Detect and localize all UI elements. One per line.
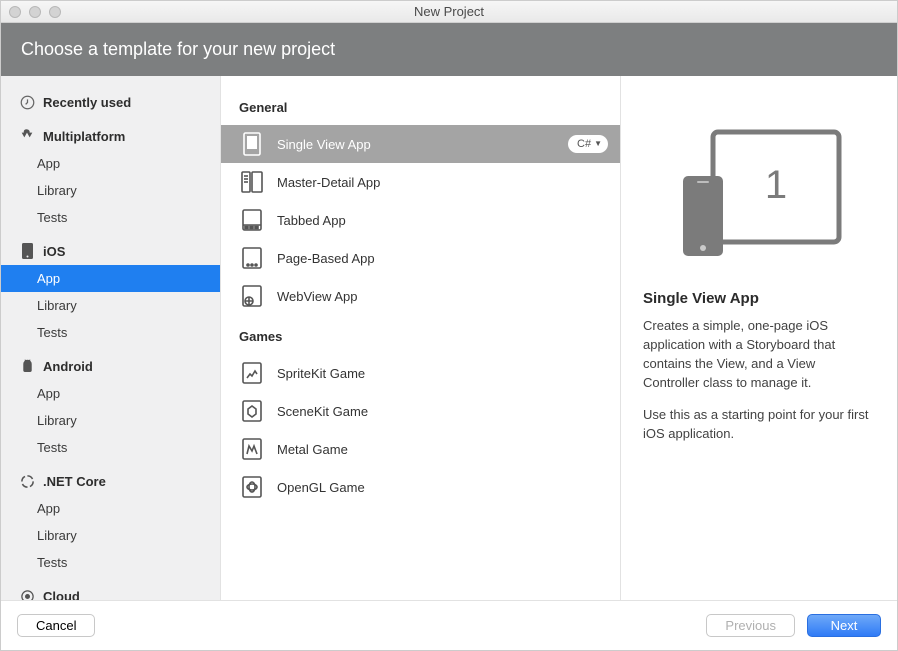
preview-graphic: 1 <box>643 96 875 290</box>
sidebar-category-cloud[interactable]: Cloud <box>1 580 220 600</box>
sidebar-item-netcore-tests[interactable]: Tests <box>1 549 220 576</box>
templates-list: General 1 Single View App C# ▼ Master-De… <box>221 76 621 600</box>
sidebar-item-recently-used[interactable]: Recently used <box>1 86 220 116</box>
sidebar-group-ios: iOS App Library Tests <box>1 235 220 346</box>
main-content: Recently used Multiplatform App Library … <box>1 76 897 600</box>
previous-button[interactable]: Previous <box>706 614 795 637</box>
multiplatform-icon <box>19 128 35 144</box>
cloud-icon <box>19 588 35 600</box>
template-label: Master-Detail App <box>277 175 608 190</box>
sidebar-group-multiplatform: Multiplatform App Library Tests <box>1 120 220 231</box>
cancel-button[interactable]: Cancel <box>17 614 95 637</box>
close-window-button[interactable] <box>9 6 21 18</box>
sidebar-label: Multiplatform <box>43 129 125 144</box>
sidebar: Recently used Multiplatform App Library … <box>1 76 221 600</box>
page-based-icon <box>239 245 265 271</box>
single-view-icon: 1 <box>239 131 265 157</box>
sidebar-category-multiplatform[interactable]: Multiplatform <box>1 120 220 150</box>
preview-description-1: Creates a simple, one-page iOS applicati… <box>643 317 875 392</box>
tabbed-icon <box>239 207 265 233</box>
android-icon <box>19 358 35 374</box>
sidebar-item-netcore-app[interactable]: App <box>1 495 220 522</box>
sidebar-label: .NET Core <box>43 474 106 489</box>
template-scenekit-game[interactable]: SceneKit Game <box>221 392 620 430</box>
window-title: New Project <box>1 4 897 19</box>
sidebar-category-netcore[interactable]: .NET Core <box>1 465 220 495</box>
template-label: SceneKit Game <box>277 404 608 419</box>
template-label: Page-Based App <box>277 251 608 266</box>
template-section-general: General <box>221 86 620 125</box>
sidebar-item-ios-library[interactable]: Library <box>1 292 220 319</box>
chevron-down-icon: ▼ <box>594 136 602 152</box>
template-single-view-app[interactable]: 1 Single View App C# ▼ <box>221 125 620 163</box>
scenekit-icon <box>239 398 265 424</box>
sidebar-item-ios-tests[interactable]: Tests <box>1 319 220 346</box>
preview-description-2: Use this as a starting point for your fi… <box>643 406 875 444</box>
template-spritekit-game[interactable]: SpriteKit Game <box>221 354 620 392</box>
new-project-dialog: New Project Choose a template for your n… <box>0 0 898 651</box>
dialog-footer: Cancel Previous Next <box>1 600 897 650</box>
ios-icon <box>19 243 35 259</box>
template-section-games: Games <box>221 315 620 354</box>
template-webview-app[interactable]: WebView App <box>221 277 620 315</box>
sidebar-item-multiplatform-app[interactable]: App <box>1 150 220 177</box>
svg-text:1: 1 <box>249 138 254 148</box>
template-label: SpriteKit Game <box>277 366 608 381</box>
titlebar: New Project <box>1 1 897 23</box>
sidebar-item-ios-app[interactable]: App <box>1 265 220 292</box>
traffic-lights <box>1 6 61 18</box>
language-label: C# <box>577 136 591 152</box>
sidebar-item-netcore-library[interactable]: Library <box>1 522 220 549</box>
template-label: WebView App <box>277 289 608 304</box>
template-label: OpenGL Game <box>277 480 608 495</box>
sidebar-label: Recently used <box>43 95 131 110</box>
zoom-window-button[interactable] <box>49 6 61 18</box>
dialog-title: Choose a template for your new project <box>21 39 335 59</box>
sidebar-label: iOS <box>43 244 65 259</box>
template-label: Tabbed App <box>277 213 608 228</box>
webview-icon <box>239 283 265 309</box>
sidebar-item-android-library[interactable]: Library <box>1 407 220 434</box>
dialog-header: Choose a template for your new project <box>1 23 897 76</box>
template-tabbed-app[interactable]: Tabbed App <box>221 201 620 239</box>
metal-icon <box>239 436 265 462</box>
master-detail-icon <box>239 169 265 195</box>
sidebar-label: Android <box>43 359 93 374</box>
sidebar-label: Cloud <box>43 589 80 601</box>
preview-graphic-label: 1 <box>765 163 787 207</box>
netcore-icon <box>19 473 35 489</box>
sidebar-item-multiplatform-library[interactable]: Library <box>1 177 220 204</box>
template-page-based-app[interactable]: Page-Based App <box>221 239 620 277</box>
sidebar-group-recent: Recently used <box>1 86 220 116</box>
clock-icon <box>19 94 35 110</box>
sidebar-group-android: Android App Library Tests <box>1 350 220 461</box>
next-button[interactable]: Next <box>807 614 881 637</box>
footer-right: Previous Next <box>706 614 881 637</box>
language-select[interactable]: C# ▼ <box>568 135 608 153</box>
sidebar-item-multiplatform-tests[interactable]: Tests <box>1 204 220 231</box>
preview-title: Single View App <box>643 290 875 307</box>
sidebar-item-android-tests[interactable]: Tests <box>1 434 220 461</box>
template-metal-game[interactable]: Metal Game <box>221 430 620 468</box>
spritekit-icon <box>239 360 265 386</box>
minimize-window-button[interactable] <box>29 6 41 18</box>
sidebar-category-android[interactable]: Android <box>1 350 220 380</box>
template-opengl-game[interactable]: OpenGL Game <box>221 468 620 506</box>
sidebar-item-android-app[interactable]: App <box>1 380 220 407</box>
template-master-detail-app[interactable]: Master-Detail App <box>221 163 620 201</box>
template-label: Single View App <box>277 137 556 152</box>
template-label: Metal Game <box>277 442 608 457</box>
sidebar-group-netcore: .NET Core App Library Tests <box>1 465 220 576</box>
sidebar-category-ios[interactable]: iOS <box>1 235 220 265</box>
sidebar-group-cloud: Cloud General <box>1 580 220 600</box>
preview-pane: 1 Single View App Creates a simple, one-… <box>621 76 897 600</box>
opengl-icon <box>239 474 265 500</box>
